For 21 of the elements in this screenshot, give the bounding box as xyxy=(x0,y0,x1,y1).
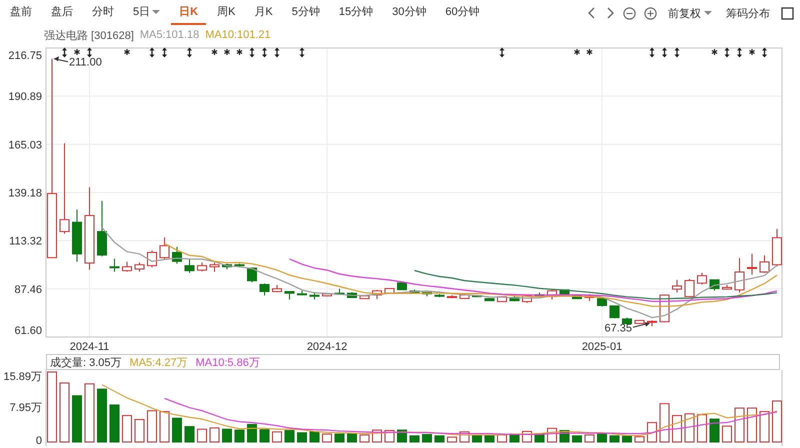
volume-ma10-value: MA10:5.86万 xyxy=(196,356,260,370)
axis-label: 61.60 xyxy=(14,325,42,337)
date-label: 2025-01 xyxy=(582,341,622,353)
axis-label: 165.03 xyxy=(8,139,42,152)
axis-label: 0 xyxy=(36,435,42,446)
price-label: 67.35 xyxy=(604,322,632,334)
axis-label: 87.46 xyxy=(14,284,42,296)
date-label: 2024-12 xyxy=(306,341,348,353)
ma10-value: MA10:101.21 xyxy=(205,29,271,41)
date-label: 2024-11 xyxy=(70,341,110,353)
stock-name: 强达电路 [301628] xyxy=(44,28,134,42)
axis-label: 15.89万 xyxy=(3,371,42,383)
axis-label: 139.18 xyxy=(8,188,42,200)
volume-ma5-value: MA5:4.27万 xyxy=(130,356,188,370)
ma5-value: MA5:101.18 xyxy=(140,29,200,41)
axis-label: 216.75 xyxy=(8,50,42,62)
axis-label: 113.32 xyxy=(9,236,42,248)
volume-value: 成交量: 3.05万 xyxy=(50,356,122,370)
axis-label: 7.95万 xyxy=(10,402,42,414)
price-label: 211.00 xyxy=(69,56,102,69)
axis-label: 190.89 xyxy=(8,91,42,104)
